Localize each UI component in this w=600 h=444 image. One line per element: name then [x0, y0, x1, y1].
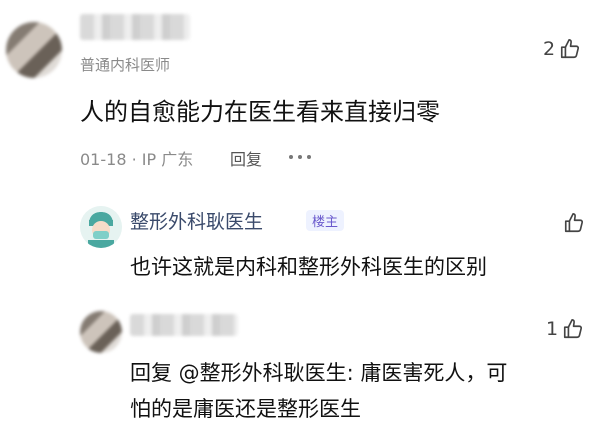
- user-title: 普通内科医师: [80, 56, 171, 74]
- thumbs-up-outline-icon: [564, 319, 583, 339]
- reply-link[interactable]: 回复: [230, 146, 262, 170]
- reply-author[interactable]: 整形外科耿医生: [130, 207, 263, 234]
- like-count: 1: [546, 318, 559, 340]
- thumbs-up-outline-icon: [564, 213, 584, 233]
- comment-text: 人的自愈能力在医生看来直接归零: [80, 98, 440, 126]
- reply-avatar-blurred[interactable]: [80, 311, 122, 353]
- thumbs-up-outline-icon: [561, 39, 580, 59]
- user-avatar-blurred[interactable]: [6, 22, 62, 78]
- reply-like-button[interactable]: [563, 212, 585, 234]
- comment-date-ip: 01-18 · IP 广东: [80, 150, 194, 169]
- owner-badge: 楼主: [306, 210, 345, 231]
- reply-username-blurred[interactable]: [130, 314, 238, 336]
- reply-like-button[interactable]: 1: [546, 318, 584, 340]
- like-count: 2: [543, 38, 556, 60]
- like-button[interactable]: 2: [543, 38, 581, 60]
- reply-text-line-2: 怕的是庸医还是整形医生: [130, 397, 361, 421]
- more-dots-icon[interactable]: [289, 155, 311, 159]
- reply-text: 也许这就是内科和整形外科医生的区别: [130, 255, 487, 279]
- reply-text-line-1: 回复 @整形外科耿医生: 庸医害死人，可: [130, 361, 508, 385]
- doctor-avatar-icon[interactable]: [80, 206, 122, 248]
- username-blurred[interactable]: [80, 14, 190, 40]
